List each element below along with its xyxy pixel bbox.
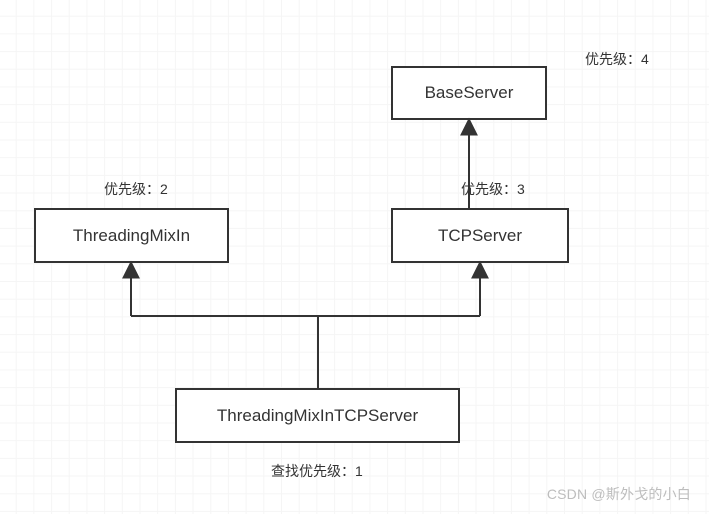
watermark-text: CSDN @斯外戈的小白 (547, 484, 691, 504)
bottom-label: 查找优先级：1 (271, 461, 363, 481)
node-threadingmixin: ThreadingMixIn (34, 208, 229, 263)
priority-2-label: 优先级：2 (104, 179, 168, 199)
node-tcpserver-label: TCPServer (438, 226, 522, 246)
node-baseserver-label: BaseServer (425, 83, 514, 103)
node-baseserver: BaseServer (391, 66, 547, 120)
node-tcpserver: TCPServer (391, 208, 569, 263)
node-combined-label: ThreadingMixInTCPServer (217, 406, 418, 426)
priority-4-label: 优先级：4 (585, 49, 649, 69)
node-combined: ThreadingMixInTCPServer (175, 388, 460, 443)
node-threadingmixin-label: ThreadingMixIn (73, 226, 190, 246)
priority-3-label: 优先级：3 (461, 179, 525, 199)
